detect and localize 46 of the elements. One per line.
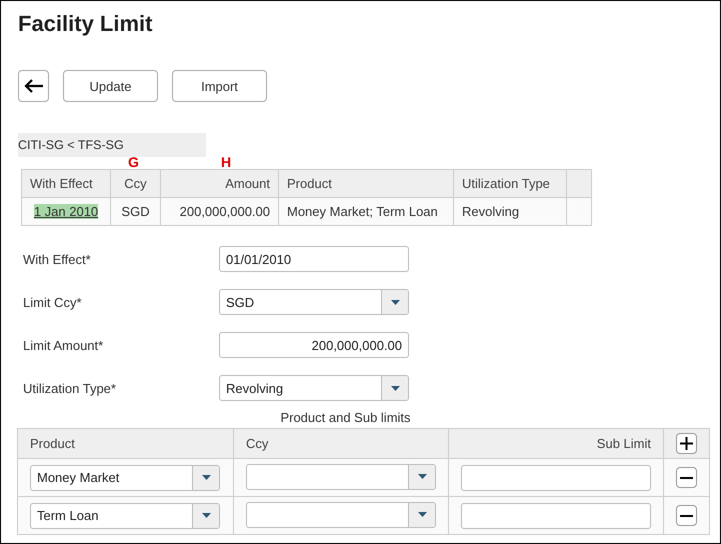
table-cell: SGD bbox=[110, 198, 160, 226]
date-link[interactable]: 1 Jan 2010 bbox=[34, 204, 98, 219]
minus-icon bbox=[680, 476, 693, 478]
column-header: Amount bbox=[160, 170, 278, 198]
field-label: With Effect* bbox=[23, 252, 92, 266]
product-dropdown[interactable]: Money Market bbox=[30, 464, 220, 490]
dropdown-field[interactable]: SGD bbox=[219, 289, 409, 315]
annotation-letter: H bbox=[221, 154, 232, 170]
plus-icon bbox=[680, 437, 693, 450]
column-header: Ccy bbox=[234, 428, 448, 458]
breadcrumb: CITI-SG < TFS-SG bbox=[18, 133, 206, 157]
table-cell: 200,000,000.00 bbox=[160, 198, 278, 226]
table-cell: Money Market; Term Loan bbox=[278, 198, 454, 226]
toolbar-button[interactable]: Import bbox=[172, 70, 267, 102]
remove-row-button[interactable] bbox=[676, 505, 697, 526]
product-dropdown[interactable]: Term Loan bbox=[30, 502, 220, 528]
column-header: Utilization Type bbox=[454, 170, 566, 198]
column-header: Ccy bbox=[110, 170, 160, 198]
field-label: Limit Ccy* bbox=[23, 294, 83, 310]
field-label: Limit Amount* bbox=[23, 338, 104, 352]
back-arrow-icon bbox=[24, 79, 44, 93]
sub-limit-field[interactable] bbox=[461, 464, 651, 490]
minus-icon bbox=[680, 514, 693, 516]
amount-field[interactable]: 200,000,000.00 bbox=[219, 332, 409, 358]
caret-icon bbox=[390, 300, 400, 304]
toolbar-button[interactable]: Update bbox=[63, 70, 158, 102]
column-header: Sub Limit bbox=[448, 428, 664, 458]
remove-row-button[interactable] bbox=[676, 467, 697, 488]
back-button[interactable] bbox=[18, 70, 49, 102]
annotation-letter: G bbox=[128, 154, 139, 170]
date-field[interactable]: 01/01/2010 bbox=[219, 246, 409, 272]
caret-icon bbox=[202, 513, 210, 518]
caret-icon bbox=[202, 475, 210, 480]
table-cell: Revolving bbox=[454, 198, 566, 226]
sub-limit-field[interactable] bbox=[461, 502, 651, 528]
section-title: Product and Sub limits bbox=[279, 410, 412, 426]
add-row-button[interactable] bbox=[676, 433, 697, 454]
caret-icon bbox=[418, 474, 426, 479]
caret-icon bbox=[418, 512, 426, 517]
column-header: Product bbox=[18, 428, 234, 458]
dropdown-field[interactable]: Revolving bbox=[219, 375, 409, 401]
page-title: Facility Limit bbox=[18, 10, 152, 38]
caret-icon bbox=[390, 386, 400, 390]
column-header: With Effect bbox=[22, 170, 110, 198]
column-header: Product bbox=[278, 170, 454, 198]
field-label: Utilization Type* bbox=[23, 380, 117, 396]
